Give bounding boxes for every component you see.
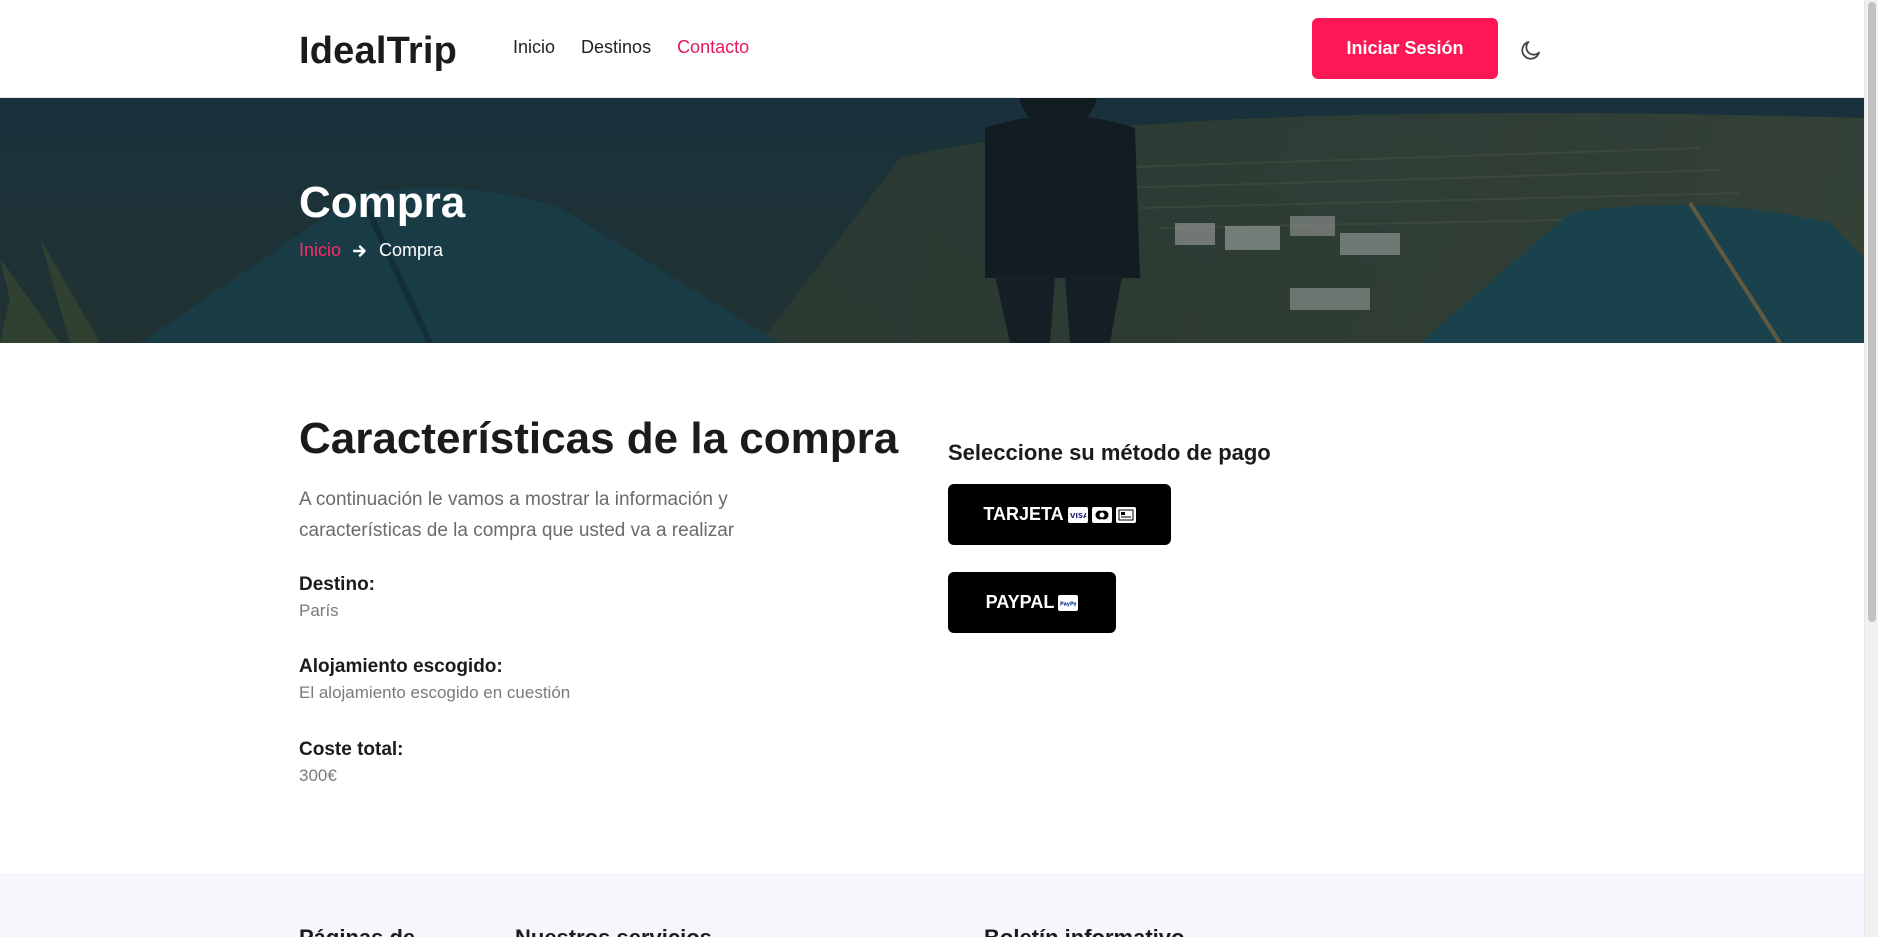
mastercard-icon bbox=[1091, 506, 1112, 523]
detail-label: Coste total: bbox=[299, 739, 404, 760]
footer-heading-newsletter: Boletín informativo bbox=[984, 925, 1184, 937]
detail-accommodation: Alojamiento escogido: El alojamiento esc… bbox=[299, 656, 570, 703]
site-header: IdealTrip Inicio Destinos Contacto Inici… bbox=[0, 0, 1864, 98]
footer-heading-services: Nuestros servicios bbox=[515, 925, 712, 937]
payment-method-title: Seleccione su método de pago bbox=[948, 440, 1271, 465]
site-logo[interactable]: IdealTrip bbox=[299, 30, 457, 73]
paypal-payment-button[interactable]: PAYPAL PayPal bbox=[948, 572, 1116, 633]
paypal-icon: PayPal bbox=[1058, 594, 1079, 611]
footer-heading-pages: Páginas de... bbox=[299, 925, 434, 937]
visa-icon: VISA bbox=[1067, 506, 1088, 523]
site-footer: Páginas de... Nuestros servicios Boletín… bbox=[0, 873, 1864, 937]
detail-value: París bbox=[299, 601, 339, 620]
breadcrumb-current: Compra bbox=[379, 240, 444, 260]
svg-text:VISA: VISA bbox=[1070, 512, 1086, 519]
breadcrumb: Inicio Compra bbox=[299, 240, 443, 261]
detail-value: 300€ bbox=[299, 766, 337, 785]
detail-destination: Destino: París bbox=[299, 574, 375, 621]
detail-total-cost: Coste total: 300€ bbox=[299, 739, 404, 786]
page-title: Compra bbox=[299, 178, 466, 227]
detail-value: El alojamiento escogido en cuestión bbox=[299, 683, 571, 702]
nav-destinos[interactable]: Destinos bbox=[581, 37, 651, 58]
main-nav: Inicio Destinos Contacto bbox=[513, 37, 749, 58]
purchase-section-title: Características de la compra bbox=[299, 414, 899, 463]
detail-label: Destino: bbox=[299, 574, 375, 595]
arrow-right-icon bbox=[353, 244, 366, 257]
svg-text:PayPal: PayPal bbox=[1060, 601, 1076, 607]
card-payment-label: TARJETA bbox=[983, 504, 1064, 524]
hero-banner: Compra Inicio Compra bbox=[0, 98, 1864, 343]
moon-icon bbox=[1521, 41, 1540, 60]
purchase-description: A continuación le vamos a mostrar la inf… bbox=[299, 489, 735, 541]
theme-toggle-button[interactable] bbox=[1516, 35, 1546, 65]
detail-label: Alojamiento escogido: bbox=[299, 656, 503, 677]
generic-card-icon bbox=[1115, 506, 1136, 523]
hero-background-image bbox=[0, 98, 1864, 343]
scrollbar-thumb[interactable] bbox=[1868, 2, 1876, 622]
card-payment-button[interactable]: TARJETA VISA bbox=[948, 484, 1171, 545]
nav-contacto[interactable]: Contacto bbox=[677, 37, 749, 58]
page-scrollbar[interactable] bbox=[1864, 0, 1878, 937]
breadcrumb-home-link[interactable]: Inicio bbox=[299, 240, 341, 261]
login-button[interactable]: Iniciar Sesión bbox=[1312, 18, 1498, 79]
nav-inicio[interactable]: Inicio bbox=[513, 37, 555, 58]
paypal-payment-label: PAYPAL bbox=[985, 592, 1055, 612]
